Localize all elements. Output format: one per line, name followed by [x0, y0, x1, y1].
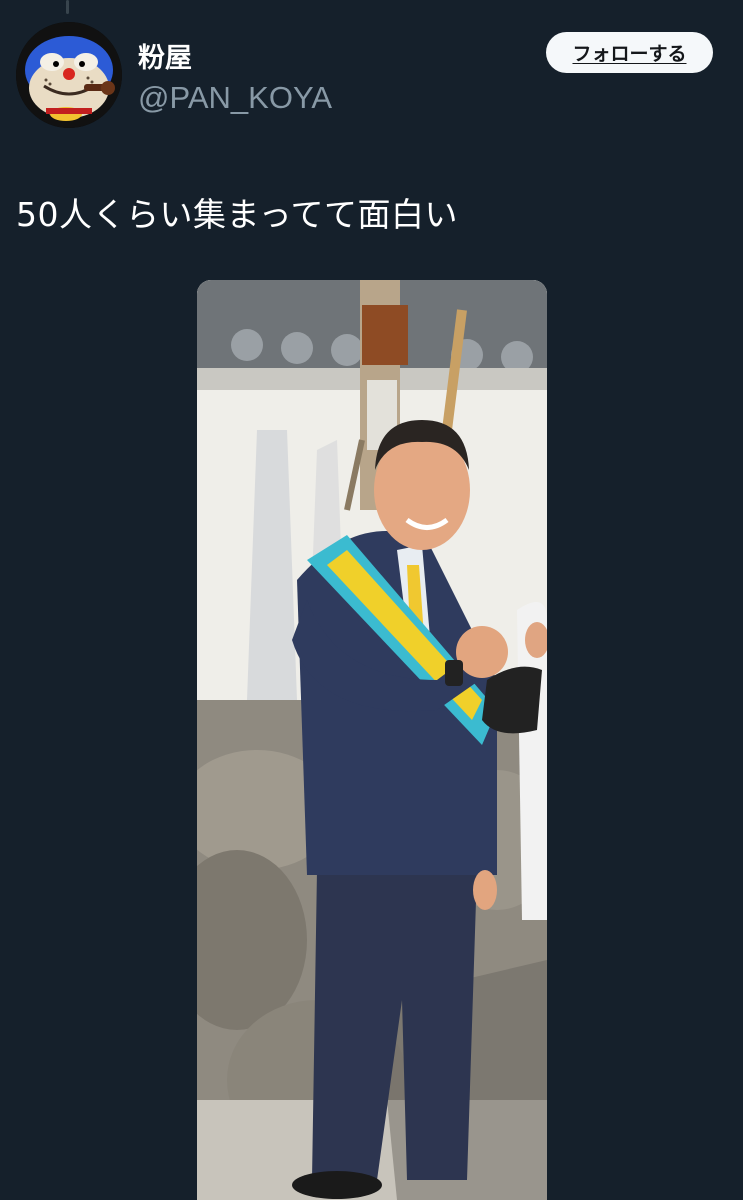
cartoon-cat-avatar-icon — [16, 22, 122, 128]
tweet-page: 粉屋 @PAN_KOYA フォローする 50人くらい集まってて面白い — [0, 0, 743, 1200]
thread-connector-line — [66, 0, 69, 14]
user-handle[interactable]: @PAN_KOYA — [138, 80, 332, 116]
tweet-text: 50人くらい集まってて面白い — [16, 195, 459, 234]
tweet-photo[interactable] — [197, 280, 547, 1200]
follow-button[interactable]: フォローする — [546, 32, 713, 73]
avatar[interactable] — [16, 22, 122, 128]
photo-man-in-suit-with-sash-icon — [197, 280, 547, 1200]
display-name[interactable]: 粉屋 — [138, 36, 192, 75]
